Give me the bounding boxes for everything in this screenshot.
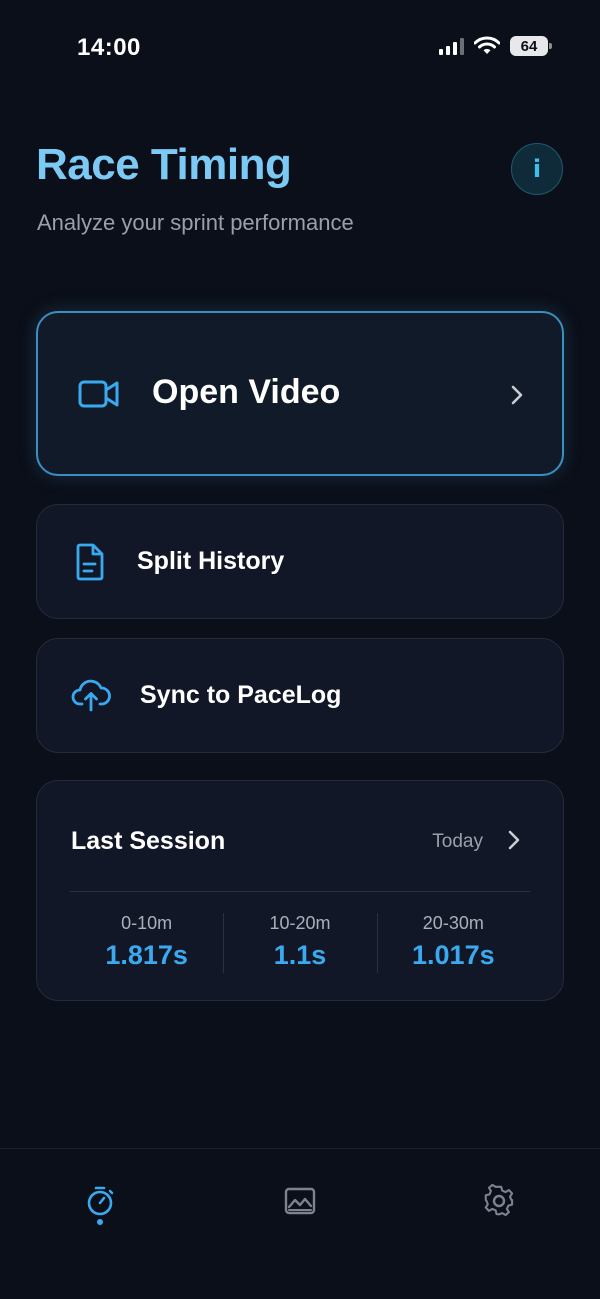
sync-pacelog-button[interactable]: Sync to PaceLog xyxy=(36,638,564,753)
chevron-right-icon xyxy=(508,830,520,850)
split-range: 0-10m xyxy=(121,913,173,933)
split-item: 0-10m 1.817s xyxy=(70,911,223,975)
image-icon xyxy=(284,1187,316,1215)
last-session-card[interactable]: Last Session Today 0-10m 1.817s 10-20m 1… xyxy=(36,780,564,1001)
split-item: 10-20m 1.1s xyxy=(223,911,376,975)
last-session-title: Last Session xyxy=(71,827,226,855)
stopwatch-icon xyxy=(87,1186,114,1216)
video-camera-icon xyxy=(78,376,120,412)
page-subtitle: Analyze your sprint performance xyxy=(37,210,354,235)
document-icon xyxy=(73,543,107,581)
split-history-button[interactable]: Split History xyxy=(36,504,564,619)
battery-icon: 64 xyxy=(510,36,552,56)
tab-bar xyxy=(0,1148,600,1299)
info-icon: i xyxy=(532,155,542,183)
split-time: 1.817s xyxy=(105,940,188,970)
cloud-upload-icon xyxy=(71,677,111,713)
split-time: 1.1s xyxy=(273,940,327,970)
tab-timer[interactable] xyxy=(80,1181,120,1221)
signal-icon xyxy=(439,37,464,55)
wifi-icon xyxy=(474,36,500,54)
split-time: 1.017s xyxy=(412,940,495,970)
status-bar: 14:00 64 xyxy=(0,0,600,96)
info-button[interactable]: i xyxy=(511,143,563,195)
split-range: 10-20m xyxy=(269,913,331,933)
tab-gallery[interactable] xyxy=(280,1181,320,1221)
status-time: 14:00 xyxy=(77,34,141,61)
last-session-date: Today xyxy=(432,831,483,852)
split-range: 20-30m xyxy=(422,913,484,933)
tab-settings[interactable] xyxy=(479,1181,519,1221)
page-title: Race Timing xyxy=(36,140,292,189)
sync-pacelog-label: Sync to PaceLog xyxy=(140,681,342,709)
chevron-right-icon xyxy=(511,385,523,405)
session-divider xyxy=(70,891,530,892)
gear-icon xyxy=(484,1184,514,1217)
race-timing-screen: 14:00 64 Race Timing Analyze your sprint… xyxy=(0,0,600,1299)
battery-level: 64 xyxy=(520,37,538,55)
split-history-label: Split History xyxy=(137,547,285,575)
split-item: 20-30m 1.017s xyxy=(376,911,530,975)
open-video-button[interactable]: Open Video xyxy=(36,311,564,476)
status-icons: 64 xyxy=(439,36,552,56)
active-tab-indicator xyxy=(97,1219,103,1225)
open-video-label: Open Video xyxy=(152,373,341,411)
split-times: 0-10m 1.817s 10-20m 1.1s 20-30m 1.017s xyxy=(70,911,530,975)
